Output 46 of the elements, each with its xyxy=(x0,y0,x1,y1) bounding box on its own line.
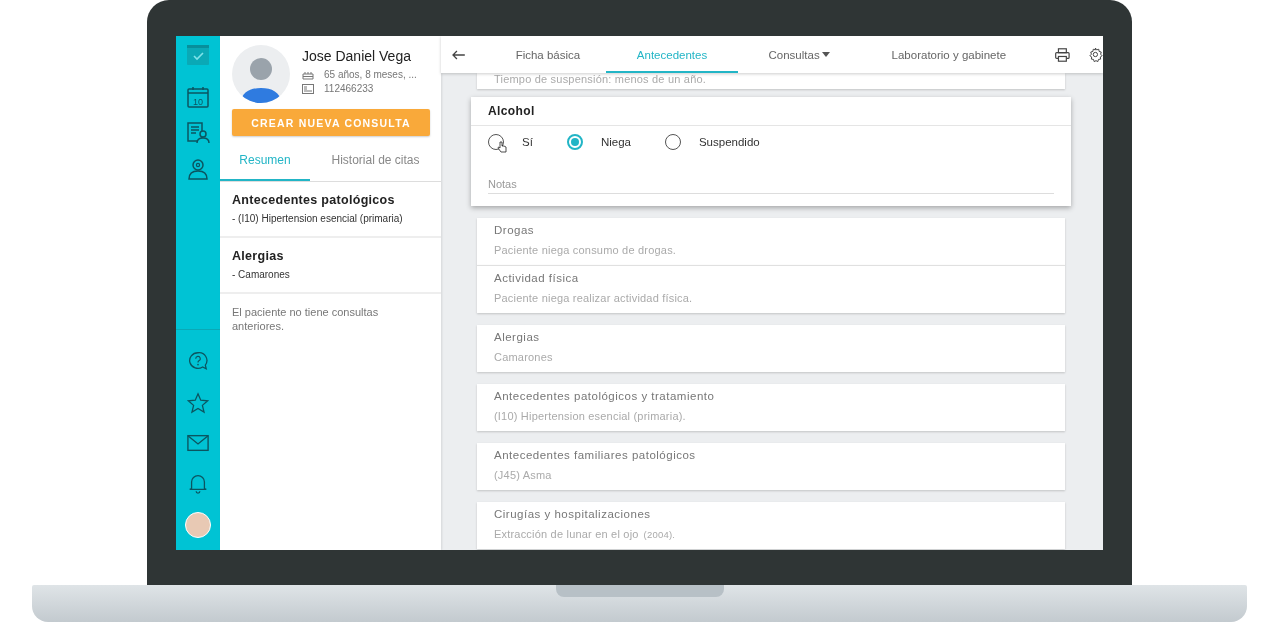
card-title: Antecedentes familiares patológicos xyxy=(494,449,697,461)
print-icon[interactable] xyxy=(1055,47,1071,62)
card-text: Paciente niega realizar actividad física. xyxy=(494,292,694,304)
mail-icon[interactable] xyxy=(187,434,209,452)
star-icon[interactable] xyxy=(187,392,209,414)
card-title: Alcohol xyxy=(471,97,1071,126)
radio-button[interactable] xyxy=(566,134,583,150)
checklist-icon[interactable] xyxy=(186,42,210,67)
summary-title: Alergias xyxy=(232,249,285,263)
hand-cursor-icon xyxy=(497,141,507,153)
patient-age: 65 años, 8 meses, ... xyxy=(324,69,417,80)
card-text: (J45) Asma xyxy=(494,469,553,481)
card-text: Tiempo de suspensión: menos de un año. xyxy=(494,73,708,85)
help-icon[interactable] xyxy=(187,350,209,372)
card-title: Drogas xyxy=(494,224,536,236)
panel-tab[interactable]: Historial de citas xyxy=(310,142,441,181)
id-card-icon xyxy=(302,83,314,94)
card-text: Paciente niega consumo de drogas. xyxy=(494,244,678,256)
summary-title: Antecedentes patológicos xyxy=(232,193,396,207)
records-icon[interactable] xyxy=(186,121,210,145)
card-title: Alergias xyxy=(494,331,541,343)
radio-label: Suspendido xyxy=(698,136,760,148)
card-text: Extracción de lunar en el ojo (2004). xyxy=(494,528,677,540)
summary-note: El paciente no tiene consultas anteriores. xyxy=(231,305,380,334)
patient-avatar xyxy=(232,45,290,103)
card-title: Actividad física xyxy=(494,272,580,284)
patient-id: 112466233 xyxy=(324,83,374,94)
card-text: (I10) Hipertension esencial (primaria). xyxy=(494,410,687,422)
radio-label: Sí xyxy=(522,136,533,148)
panel-tab[interactable]: Resumen xyxy=(220,142,310,181)
summary-item: - (I10) Hipertension esencial (primaria) xyxy=(232,213,404,224)
radio-label: Niega xyxy=(600,136,631,148)
doctor-icon[interactable] xyxy=(186,157,210,181)
nav-tab[interactable]: Ficha básica xyxy=(489,36,607,73)
back-arrow-icon[interactable] xyxy=(452,49,466,60)
card-title: Cirugías y hospitalizaciones xyxy=(494,508,652,520)
nav-tab[interactable]: Laboratorio y gabinete xyxy=(860,36,1038,73)
card-text: Camarones xyxy=(494,351,554,363)
summary-item: - Camarones xyxy=(232,269,291,280)
cake-icon xyxy=(302,69,314,80)
bell-icon[interactable] xyxy=(187,472,209,494)
card-title: Antecedentes patológicos y tratamiento xyxy=(494,390,716,402)
nav-tab[interactable]: Consultas xyxy=(738,36,861,73)
calendar-icon[interactable]: 10 xyxy=(186,85,210,109)
settings-icon[interactable] xyxy=(1088,47,1103,62)
patient-name: Jose Daniel Vega xyxy=(302,48,412,64)
